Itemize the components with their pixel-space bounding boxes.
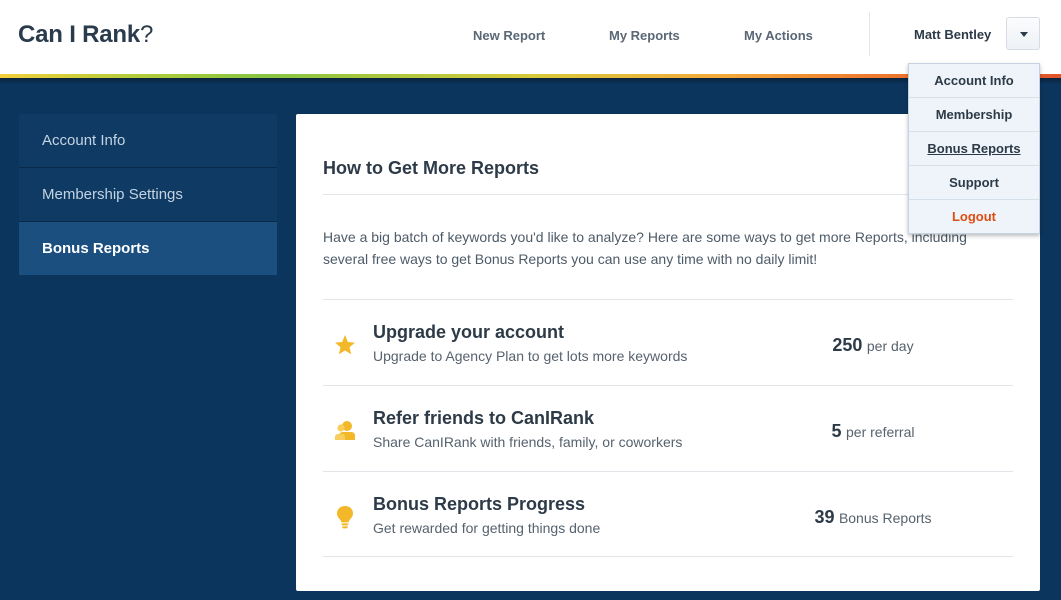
row-description: Get rewarded for getting things done — [373, 520, 601, 536]
stat-value: 5 — [831, 421, 842, 441]
dropdown-item-label: Logout — [951, 209, 997, 224]
stat-unit: per referral — [846, 424, 915, 440]
user-name[interactable]: Matt Bentley — [914, 27, 991, 42]
dropdown-item-bonus-reports[interactable]: Bonus Reports — [909, 132, 1039, 166]
star-icon — [335, 335, 355, 355]
caret-down-icon — [1020, 32, 1028, 37]
stat-unit: per day — [866, 338, 914, 354]
nav-my-actions[interactable]: My Actions — [744, 28, 813, 43]
logo-question-mark: ? — [140, 21, 154, 48]
sidebar-item-account-info[interactable]: Account Info — [19, 114, 277, 168]
sidebar: Account Info Membership Settings Bonus R… — [19, 114, 277, 275]
sidebar-item-bonus-reports[interactable]: Bonus Reports — [19, 222, 277, 275]
user-dropdown-menu: Account Info Membership Bonus Reports Su… — [908, 63, 1040, 234]
row-description: Share CanIRank with friends, family, or … — [373, 434, 683, 450]
row-stat: 39 Bonus Reports — [763, 507, 983, 528]
row-stat: 250 per day — [763, 335, 983, 356]
nav-my-reports[interactable]: My Reports — [609, 28, 680, 43]
dropdown-item-support[interactable]: Support — [909, 166, 1039, 200]
lightbulb-icon — [337, 506, 353, 529]
logo-text: Can I Rank — [18, 21, 141, 48]
dropdown-item-logout[interactable]: Logout — [909, 200, 1039, 234]
row-title: Refer friends to CanIRank — [373, 408, 595, 428]
header-shadow — [0, 78, 1061, 84]
page-title: How to Get More Reports — [323, 158, 540, 178]
nav-divider — [869, 12, 870, 56]
list-item-refer: Refer friends to CanIRank Share CanIRank… — [323, 385, 1013, 471]
stat-value: 250 — [832, 335, 863, 355]
stat-unit: Bonus Reports — [838, 510, 932, 526]
dropdown-item-label: Bonus Reports — [927, 141, 1021, 156]
row-description: Upgrade to Agency Plan to get lots more … — [373, 348, 688, 364]
stat-value: 39 — [814, 507, 835, 527]
sidebar-item-membership-settings[interactable]: Membership Settings — [19, 168, 277, 222]
user-menu-toggle-button[interactable] — [1006, 17, 1040, 50]
row-title: Bonus Reports Progress — [373, 494, 586, 514]
top-header: Can I Rank? New Report My Reports My Act… — [0, 0, 1061, 74]
list-item-bonus-progress: Bonus Reports Progress Get rewarded for … — [323, 471, 1013, 557]
dropdown-item-label: Support — [949, 175, 999, 190]
dropdown-item-membership[interactable]: Membership — [909, 98, 1039, 132]
users-icon — [335, 421, 355, 440]
row-stat: 5 per referral — [763, 421, 983, 442]
dropdown-item-account-info[interactable]: Account Info — [909, 64, 1039, 98]
dropdown-item-label: Membership — [935, 107, 1013, 122]
row-title: Upgrade your account — [373, 322, 565, 342]
dropdown-item-label: Account Info — [934, 73, 1014, 88]
logo[interactable]: Can I Rank? — [18, 21, 153, 49]
list-item-upgrade: Upgrade your account Upgrade to Agency P… — [323, 299, 1013, 385]
nav-new-report[interactable]: New Report — [473, 28, 545, 43]
